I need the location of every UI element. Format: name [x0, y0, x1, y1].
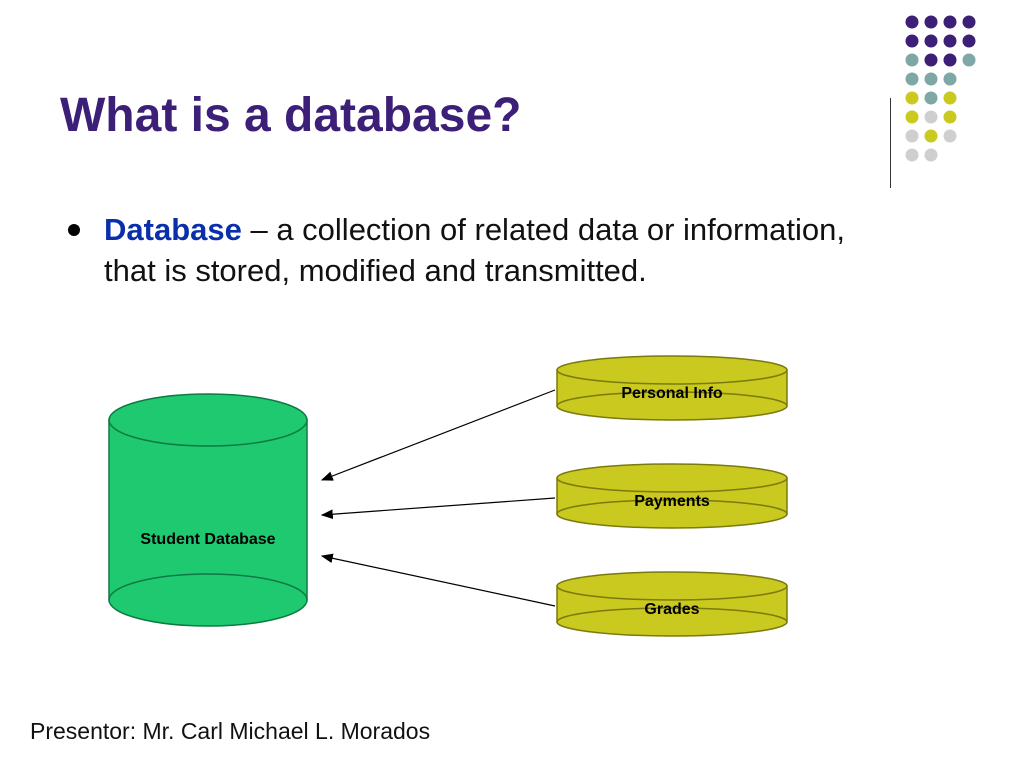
main-cylinder-label: Student Database — [140, 531, 275, 548]
slide-title: What is a database? — [60, 88, 521, 143]
item-cylinder-0-label: Personal Info — [621, 385, 723, 402]
title-divider — [890, 98, 891, 188]
arrow-1 — [322, 498, 555, 515]
term: Database — [104, 212, 242, 247]
item-cylinder-2: Grades — [557, 572, 787, 636]
arrow-0 — [322, 390, 555, 480]
presenter-text: Presentor: Mr. Carl Michael L. Morados — [30, 718, 430, 745]
slide: What is a database? Database – a collect… — [0, 0, 1024, 768]
bullet-item: Database – a collection of related data … — [68, 210, 888, 292]
item-cylinder-1-label: Payments — [634, 493, 710, 510]
item-cylinder-1: Payments — [557, 464, 787, 528]
decorative-dots-icon — [904, 14, 1004, 184]
bullet-dot-icon — [68, 224, 80, 236]
arrow-2 — [322, 556, 555, 606]
item-cylinder-2-label: Grades — [644, 601, 699, 618]
main-cylinder: Student Database — [109, 394, 307, 626]
item-cylinder-0: Personal Info — [557, 356, 787, 420]
bullet-block: Database – a collection of related data … — [68, 210, 888, 292]
bullet-text: Database – a collection of related data … — [104, 210, 888, 292]
